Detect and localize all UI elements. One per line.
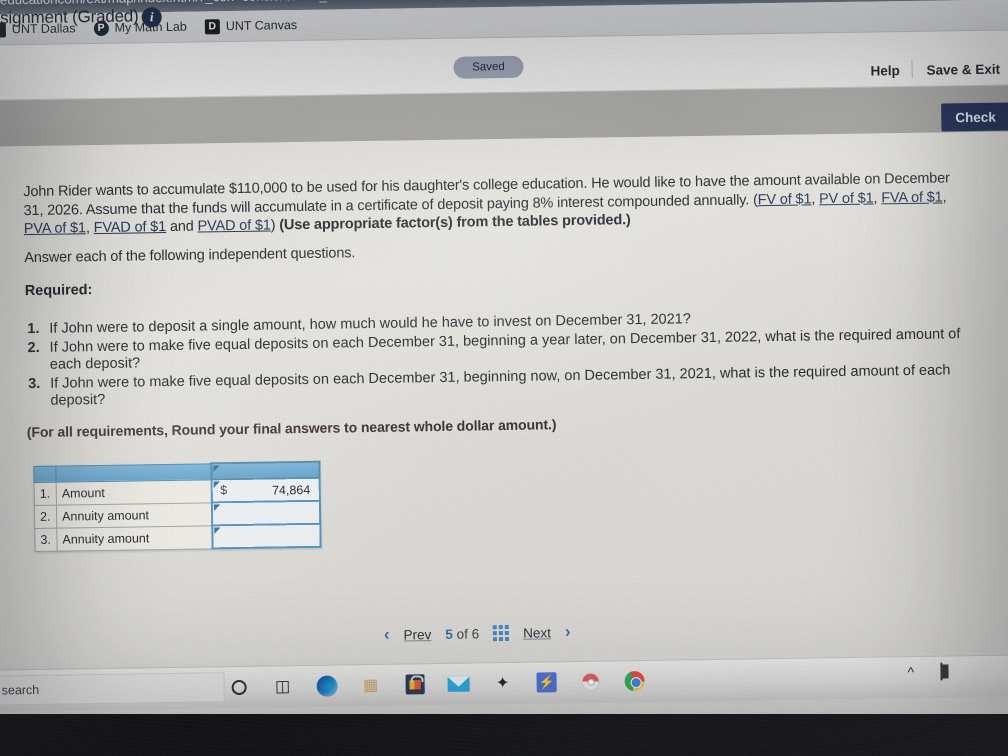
link-separator: , — [942, 188, 947, 205]
requirements-list: 1. If John were to deposit a single amoun… — [25, 307, 976, 412]
total-pages: 6 — [471, 625, 480, 642]
factor-link[interactable]: FVAD of $1 — [94, 219, 167, 236]
lightning-app-icon[interactable]: ⚡ — [534, 670, 558, 694]
status-badge-saved: Saved — [453, 55, 524, 79]
row-number-cell: 2. — [34, 504, 57, 528]
use-factors-note: (Use appropriate factor(s) from the tabl… — [279, 212, 631, 234]
taskbar-icons: ◫ ▦ ✦ ⚡ — [226, 666, 646, 702]
microsoft-edge-icon[interactable] — [314, 674, 338, 698]
row-label-cell: Annuity amount — [56, 525, 213, 551]
factor-link[interactable]: FV of $1 — [758, 191, 812, 208]
link-separator: , — [873, 189, 882, 207]
current-page: 5 — [445, 626, 453, 642]
row-number-cell: 1. — [34, 481, 57, 505]
link-separator: , — [85, 220, 94, 237]
factor-link[interactable]: FVA of $1 — [881, 189, 942, 206]
next-arrow-icon[interactable]: › — [565, 622, 571, 642]
save-and-exit-button[interactable]: Save & Exit — [926, 62, 1000, 78]
table-row: 3. Annuity amount — [34, 523, 321, 551]
cortana-circle-icon[interactable] — [226, 675, 250, 699]
answer-value — [219, 512, 313, 513]
dropbox-icon[interactable]: ✦ — [490, 671, 514, 695]
page-indicator: 5 of 6 — [445, 626, 479, 642]
link-separator: and — [165, 218, 198, 236]
currency-symbol: $ — [220, 483, 228, 498]
pokeball-icon[interactable] — [578, 670, 602, 694]
unt-canvas-icon: D — [204, 18, 220, 34]
row-number-cell: 3. — [34, 527, 58, 551]
check-button[interactable]: Check — [941, 102, 1008, 132]
row-label-cell: Annuity amount — [56, 502, 212, 528]
of-label: of — [456, 626, 468, 642]
monitor-bezel — [0, 714, 1008, 756]
factor-link[interactable]: PV of $1 — [819, 190, 874, 207]
microsoft-store-icon[interactable] — [402, 672, 426, 696]
help-button[interactable]: Help — [870, 63, 899, 78]
prev-arrow-icon[interactable]: ‹ — [384, 625, 390, 645]
bookmark-unt-canvas[interactable]: D UNT Canvas — [204, 18, 298, 34]
factor-link[interactable]: PVA of $1 — [24, 220, 86, 237]
page-title: Assignment (Graded) — [0, 6, 139, 28]
browser-window: …educationcom/ext/map/index.html?_con=co… — [0, 0, 1008, 756]
link-separator: , — [811, 190, 820, 207]
required-heading: Required: — [24, 282, 93, 300]
answer-value — [219, 535, 313, 536]
answer-value: 74,864 — [271, 482, 311, 497]
show-hidden-icons-icon[interactable]: ^ — [907, 664, 914, 680]
answer-input-cell[interactable]: $74,864 — [211, 477, 320, 503]
monitor-photo: …educationcom/ext/map/index.html?_con=co… — [0, 0, 1008, 756]
battery-icon[interactable] — [939, 662, 943, 681]
search-input[interactable]: search — [0, 672, 225, 706]
mail-icon[interactable] — [446, 672, 470, 696]
answer-input-cell[interactable] — [211, 500, 320, 526]
task-view-icon[interactable]: ◫ — [270, 674, 294, 698]
answer-table: 1. Amount $74,864 2. Annuity amount 3. Annuity… — [33, 461, 321, 552]
requirement-number: 2. — [27, 339, 40, 357]
header-cell-value — [210, 461, 320, 480]
mcgraw-hill-icon[interactable]: ▦ — [358, 673, 382, 697]
grid-icon[interactable] — [493, 624, 510, 642]
header-cell-num — [33, 465, 57, 482]
search-placeholder: search — [1, 682, 40, 698]
system-tray: ^ — [894, 662, 943, 681]
google-chrome-icon[interactable] — [622, 669, 646, 693]
bookmark-label: UNT Canvas — [225, 18, 298, 34]
requirement-number: 3. — [28, 375, 41, 393]
prev-button[interactable]: Prev — [403, 627, 431, 642]
answer-input-cell[interactable] — [211, 523, 321, 549]
row-label-cell: Amount — [56, 479, 212, 505]
factor-link[interactable]: PVAD of $1 — [197, 217, 270, 234]
pagination: ‹ Prev 5 of 6 Next › — [384, 622, 571, 645]
next-button[interactable]: Next — [523, 625, 551, 640]
requirement-number: 1. — [27, 320, 40, 338]
